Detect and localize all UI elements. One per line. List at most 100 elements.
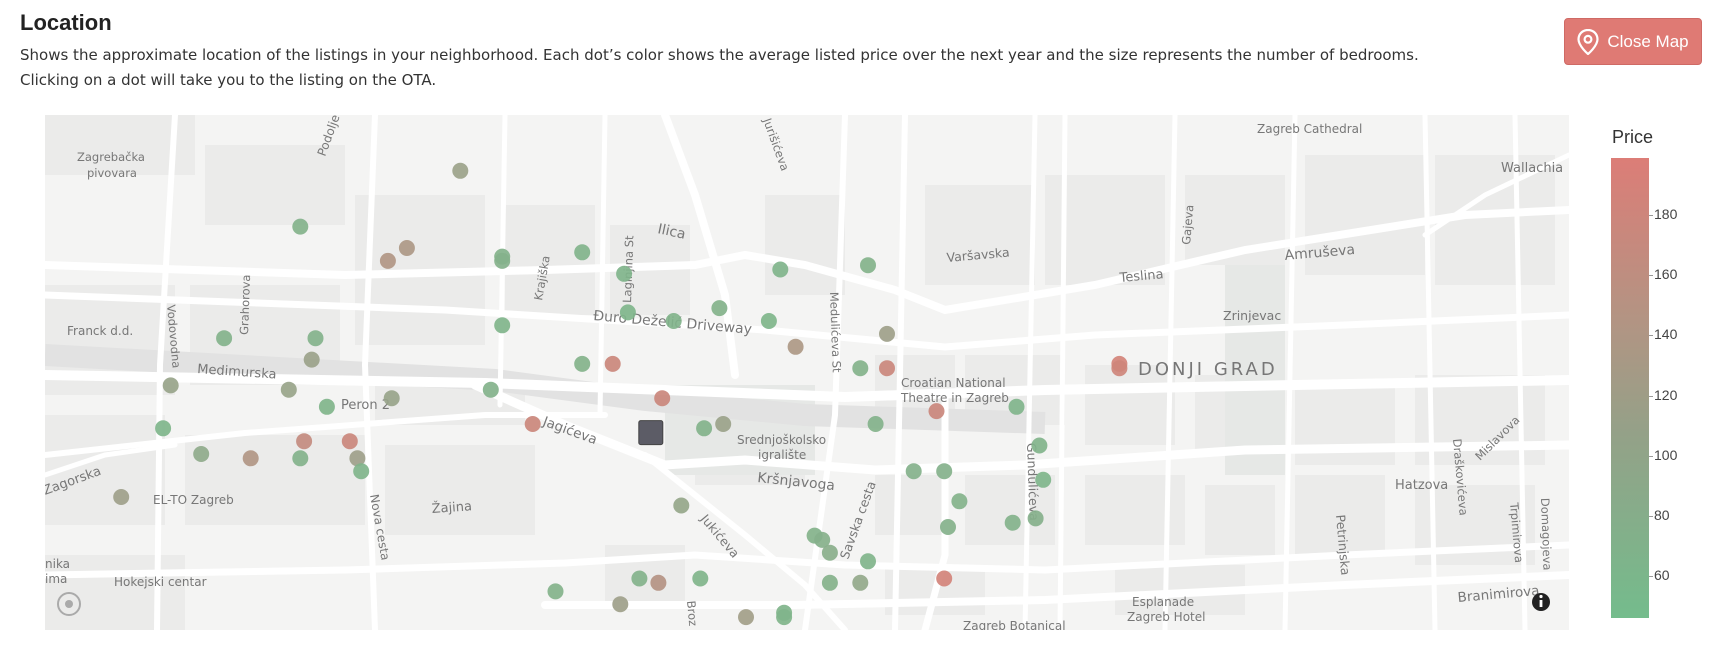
listing-dot[interactable] [383,390,400,407]
map-label: Franck d.d. [67,324,133,338]
colorbar-tick-label: 120 [1654,386,1678,403]
listing-dot[interactable] [547,583,564,600]
neighborhood-map[interactable]: Zagreb Cathedral Wallachia Zagrebačka pi… [45,115,1569,630]
listing-dot[interactable] [113,489,130,505]
target-property-marker [638,420,664,446]
listing-dot[interactable] [494,252,511,269]
listing-dot[interactable] [155,420,172,437]
map-label: Hokejski centar [114,575,207,589]
map-label: Savska cesta [837,479,879,561]
listing-dot[interactable] [696,420,713,437]
listing-dot[interactable] [711,300,728,317]
listing-dot[interactable] [1004,514,1021,531]
map-label: Theatre in Zagreb [900,391,1009,405]
listing-dot[interactable] [216,330,233,347]
listing-dot[interactable] [821,574,838,591]
listing-dot[interactable] [650,574,667,591]
listing-dot[interactable] [654,390,671,407]
listing-dot[interactable] [353,463,370,480]
listing-dot[interactable] [940,519,956,535]
listing-dot[interactable] [303,351,320,368]
listing-dot[interactable] [787,338,804,355]
colorbar-tick-mark [1649,275,1653,277]
listing-dot[interactable] [280,381,297,398]
info-icon[interactable] [1532,593,1550,611]
close-map-label: Close Map [1607,31,1689,51]
listing-dot[interactable] [318,398,335,415]
listing-dot[interactable] [1008,398,1025,415]
colorbar-tick-label: 140 [1654,326,1678,343]
listing-dot[interactable] [398,240,415,256]
listing-dot[interactable] [379,252,396,269]
listing-dot[interactable] [524,416,541,432]
colorbar-tick-mark [1649,455,1653,457]
listing-dot[interactable] [494,317,511,334]
colorbar-tick-label: 80 [1654,506,1670,523]
listing-dot[interactable] [296,433,313,450]
listing-dot[interactable] [860,553,876,570]
listing-dot[interactable] [738,609,754,626]
map-label: Žajina [431,498,472,517]
listing-dot[interactable] [1031,437,1048,454]
listing-dot[interactable] [860,257,876,274]
listing-dot[interactable] [936,463,953,480]
map-label: Wallachia [1501,161,1563,176]
listing-dot[interactable] [242,450,259,467]
listing-dot[interactable] [1027,510,1044,527]
listing-dot[interactable] [867,416,884,432]
listing-dot[interactable] [292,450,309,467]
map-label: EL-TO Zagreb [153,493,234,507]
colorbar-tick-mark [1649,575,1653,577]
listing-dot[interactable] [665,313,682,329]
listing-dot[interactable] [1035,471,1052,488]
listing-dot[interactable] [292,218,309,235]
listing-dot[interactable] [673,497,690,514]
listing-dot[interactable] [936,570,953,587]
listing-dot[interactable] [482,381,499,398]
map-label: Srednjoškolsko [737,433,826,447]
map-label: Hatzova [1395,478,1448,493]
listing-dot[interactable] [604,355,621,372]
listing-dot[interactable] [1111,360,1128,377]
listing-dot[interactable] [772,261,789,278]
colorbar-tick-label: 160 [1654,266,1678,283]
listing-dot[interactable] [951,493,968,510]
map-label: Zrinjevac [1223,308,1281,323]
listing-dot[interactable] [631,570,648,587]
listing-dot[interactable] [574,244,591,261]
listing-dot[interactable] [852,574,869,591]
listing-dot[interactable] [574,355,591,372]
listing-dot[interactable] [612,596,629,613]
listing-dot[interactable] [692,570,709,587]
colorbar-tick-label: 60 [1654,566,1670,583]
map-label: Jagićeva [540,413,600,448]
colorbar-tick-mark [1649,395,1653,397]
listing-dot[interactable] [760,313,777,329]
legend-title: Price [1612,127,1654,147]
listing-dot[interactable] [616,265,633,282]
listing-dot[interactable] [928,403,945,420]
listing-dot[interactable] [307,330,324,347]
listing-dot[interactable] [619,304,636,321]
map-label: Grahorova [237,274,253,335]
listing-dot[interactable] [879,360,895,377]
map-canvas[interactable]: Zagreb Cathedral Wallachia Zagrebačka pi… [45,115,1569,630]
colorbar-tick-label: 100 [1654,446,1678,463]
listing-dot[interactable] [905,463,922,480]
listing-dot[interactable] [341,433,358,450]
listing-dot[interactable] [776,609,793,626]
map-label: Esplanade [1132,595,1194,609]
listing-dot[interactable] [193,446,210,462]
map-label: Zagreb Botanical [963,619,1066,630]
map-label: Zagreb Hotel [1127,610,1205,624]
page-description: Shows the approximate location of the li… [20,43,1520,93]
listing-dot[interactable] [715,416,732,432]
listing-dot[interactable] [852,360,869,377]
listing-dot[interactable] [452,162,469,179]
listing-dot[interactable] [879,325,895,342]
map-label: igralište [758,448,806,462]
listing-dot[interactable] [821,544,838,561]
listing-dot[interactable] [162,377,179,394]
map-label: ima [45,572,67,586]
close-map-button[interactable]: Close Map [1564,18,1702,65]
